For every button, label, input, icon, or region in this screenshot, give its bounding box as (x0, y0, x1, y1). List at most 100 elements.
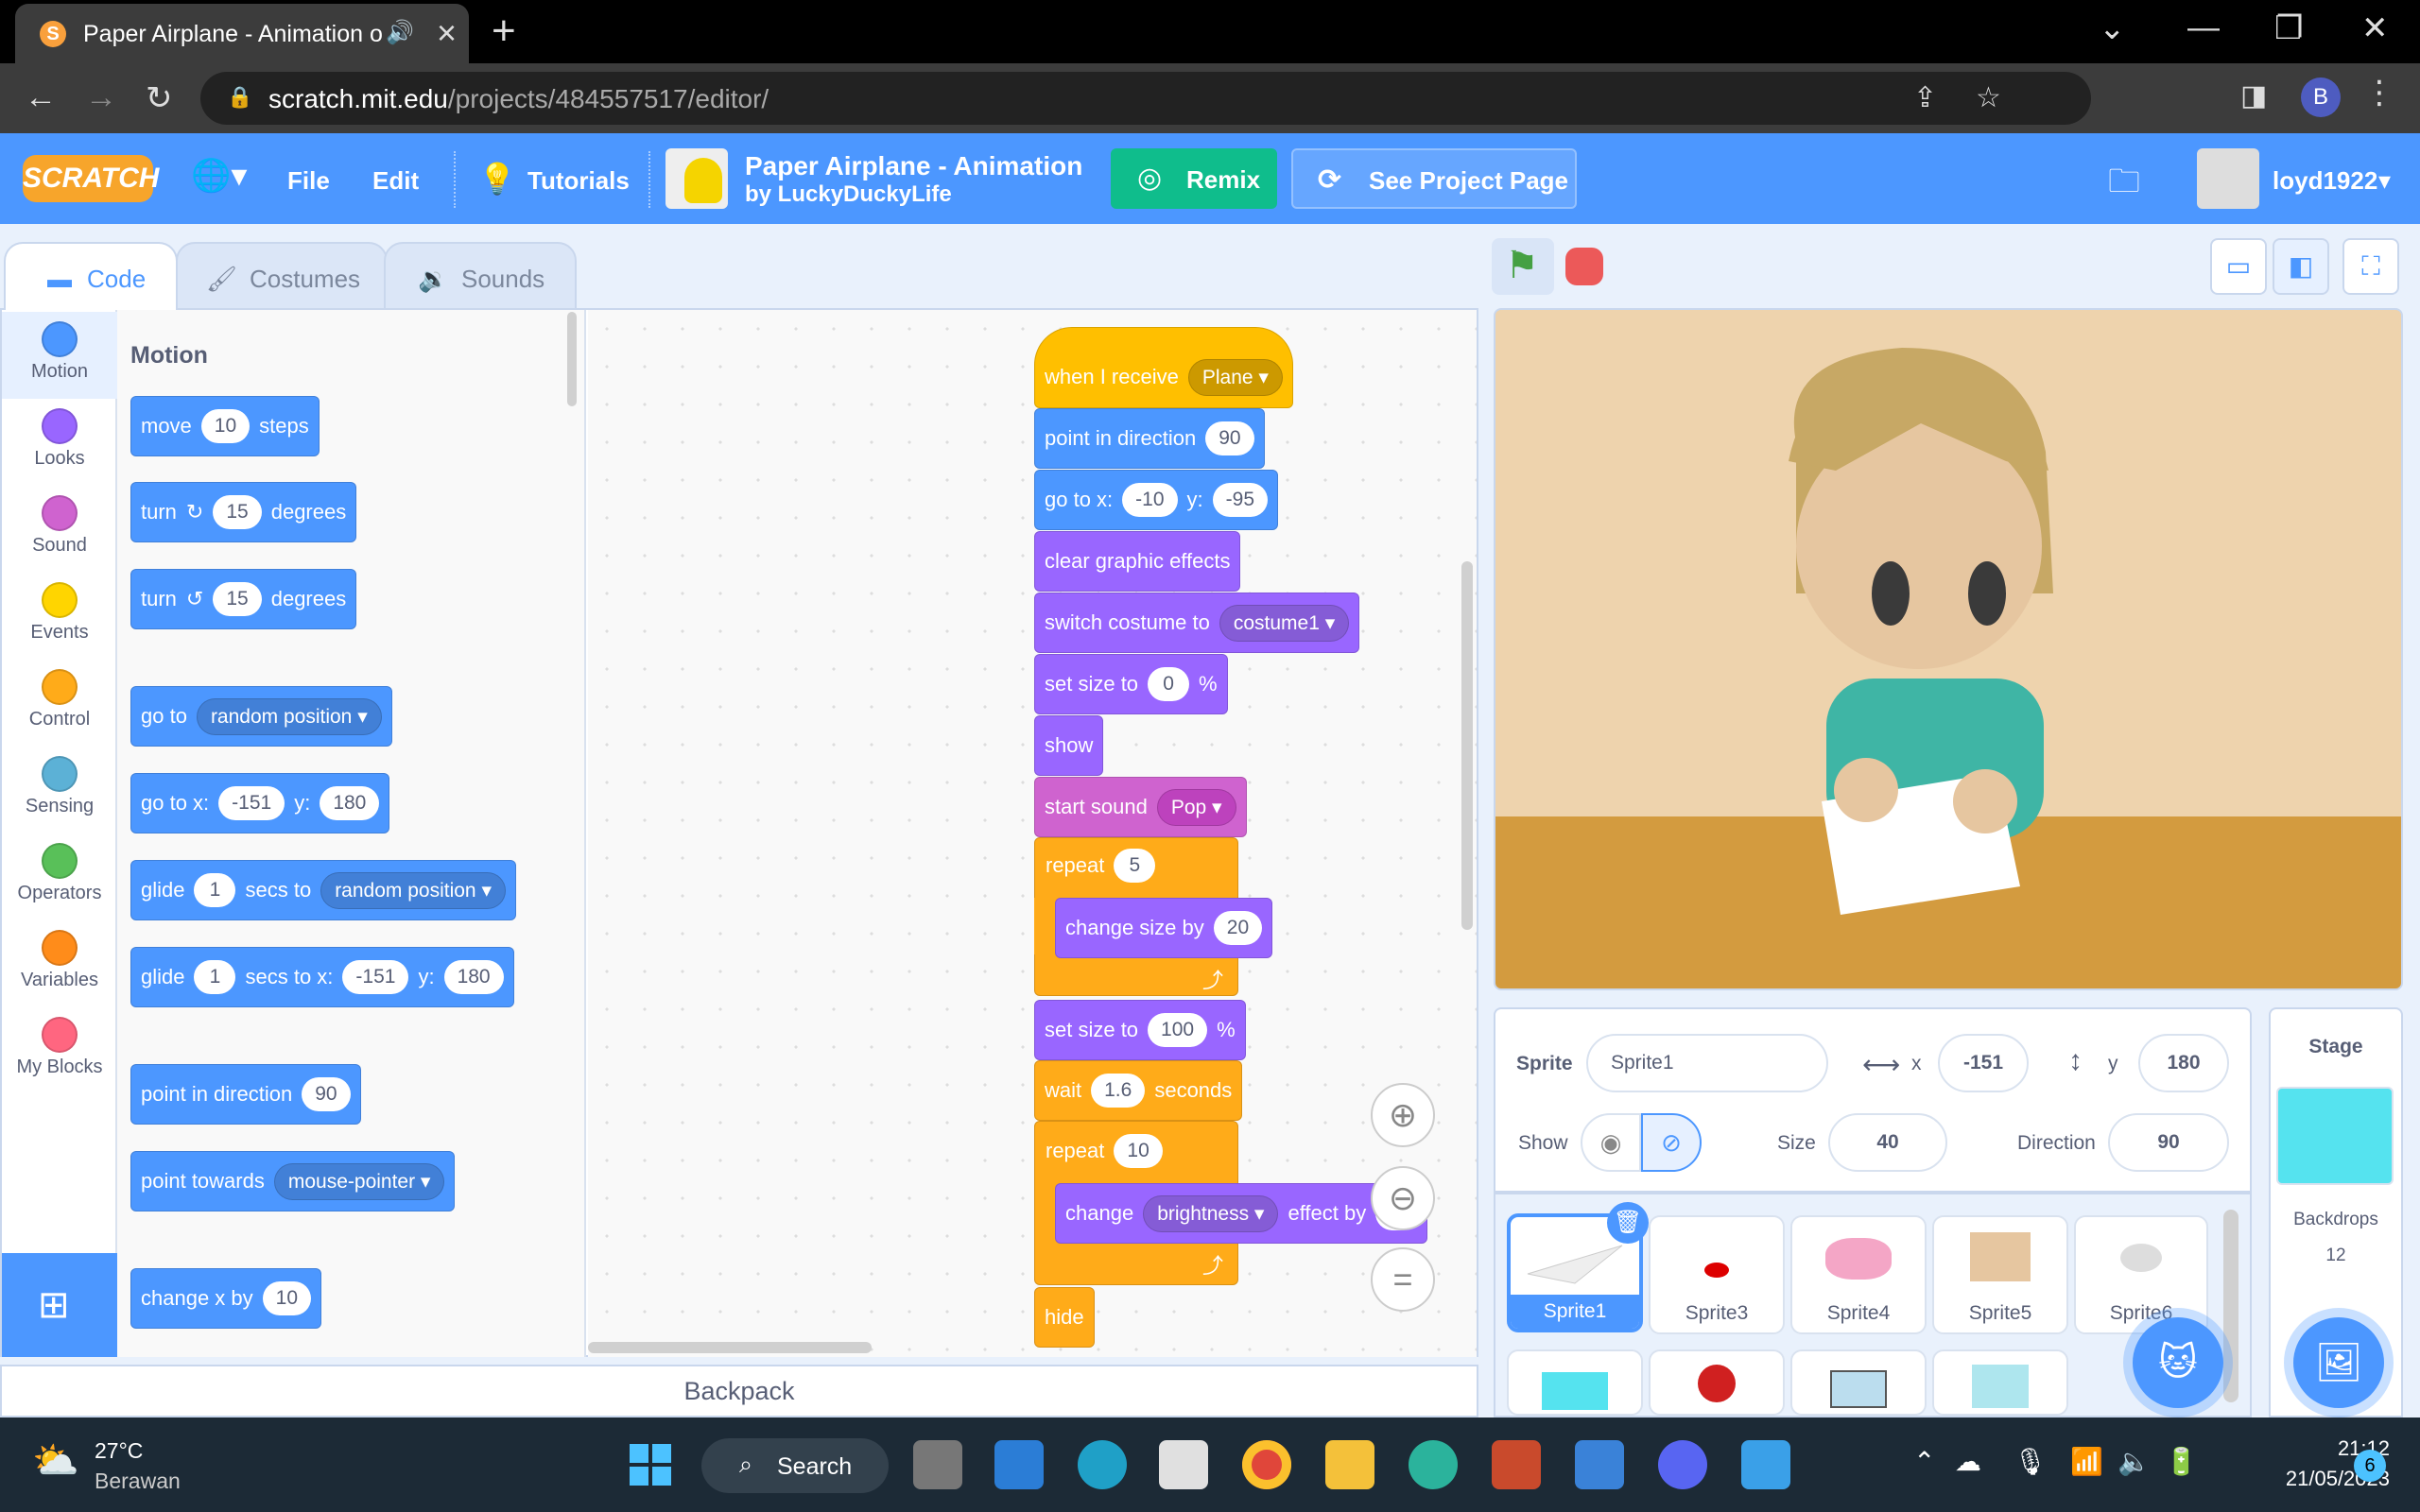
zoom-reset-icon[interactable]: = (1371, 1247, 1435, 1312)
zoom-in-icon[interactable]: ⊕ (1371, 1083, 1435, 1147)
tab-code[interactable]: ▬ Code (4, 242, 178, 310)
omnibox[interactable]: 🔒 scratch.mit.edu/projects/484557517/edi… (200, 72, 2091, 125)
sprite-tile[interactable] (1507, 1349, 1643, 1416)
set-size-block[interactable]: set size to 100% (1034, 1000, 1246, 1060)
notepad-icon[interactable] (1575, 1440, 1624, 1489)
clear-graphic-effects-block[interactable]: clear graphic effects (1034, 531, 1241, 592)
tab-costumes[interactable]: 🖌 Costumes (176, 242, 388, 310)
delete-sprite-icon[interactable]: 🗑 (1607, 1202, 1649, 1244)
microphone-icon[interactable]: 🎙 (2014, 1446, 2048, 1477)
taskbar-search[interactable]: ⌕ Search (701, 1438, 889, 1493)
volume-icon[interactable]: 🔈 (2118, 1446, 2151, 1477)
project-author[interactable]: by LuckyDuckyLife (745, 181, 952, 208)
category-events[interactable]: Events (2, 573, 117, 660)
backdrop-thumbnail[interactable] (2276, 1087, 2394, 1185)
photos-icon[interactable] (1741, 1440, 1790, 1489)
minimize-icon[interactable]: — (2187, 9, 2220, 46)
windows-start-icon[interactable] (626, 1440, 675, 1489)
account-dropdown-icon[interactable]: ▾ (2378, 166, 2391, 196)
script-vertical-scrollbar[interactable] (1461, 561, 1473, 930)
palette-glide-xy-block[interactable]: glide 1 secs to x: -151 y: 180 (130, 947, 514, 1007)
show-visible-icon[interactable]: ◉ (1581, 1113, 1641, 1172)
size-input[interactable]: 40 (1828, 1113, 1947, 1172)
remix-button[interactable]: ◎ Remix (1111, 148, 1277, 209)
palette-turn-right-block[interactable]: turn ↻ 15 degrees (130, 482, 357, 542)
set-size-block[interactable]: set size to 0% (1034, 654, 1228, 714)
forward-icon[interactable]: → (85, 79, 117, 116)
palette-move-block[interactable]: move 10 steps (130, 396, 320, 456)
palette-go-to-xy-block[interactable]: go to x: -151 y: 180 (130, 773, 390, 833)
sprite-tile[interactable] (1649, 1349, 1785, 1416)
category-sound[interactable]: Sound (2, 486, 117, 573)
sprite-tile[interactable]: Sprite6 (2074, 1215, 2208, 1334)
tab-sounds[interactable]: 🔉 Sounds (384, 242, 577, 310)
wait-block[interactable]: wait 1.6 seconds (1034, 1060, 1243, 1121)
file-menu[interactable]: File (287, 166, 330, 196)
see-project-page-button[interactable]: ⟳ See Project Page (1291, 148, 1577, 209)
category-motion[interactable]: Motion (2, 312, 117, 399)
notification-badge[interactable]: 6 (2354, 1450, 2386, 1482)
user-avatar[interactable] (2197, 148, 2259, 209)
tab-search-chevron-icon[interactable]: ⌄ (2099, 9, 2126, 47)
username[interactable]: loyd1922 (2273, 166, 2377, 196)
stage-canvas[interactable] (1494, 308, 2403, 990)
add-extension-button[interactable]: ⊞ (2, 1253, 117, 1357)
point-in-direction-block[interactable]: point in direction 90 (1034, 408, 1265, 469)
palette-change-x-block[interactable]: change x by 10 (130, 1268, 321, 1329)
zoom-out-icon[interactable]: ⊖ (1371, 1166, 1435, 1230)
hide-block[interactable]: hide (1034, 1287, 1095, 1348)
store-icon[interactable] (1159, 1440, 1208, 1489)
category-control[interactable]: Control (2, 660, 117, 747)
onedrive-icon[interactable]: ☁ (1955, 1446, 1981, 1477)
battery-icon[interactable]: 🔋 (2165, 1446, 2198, 1477)
share-icon[interactable]: ⇪ (1913, 81, 1937, 114)
url-text[interactable]: scratch.mit.edu/projects/484557517/edito… (268, 84, 769, 114)
tab-close-icon[interactable]: × (437, 13, 457, 53)
sprite-tile[interactable]: Sprite3 (1649, 1215, 1785, 1334)
category-my-blocks[interactable]: My Blocks (2, 1007, 117, 1094)
tutorials-bulb-icon[interactable]: 💡 (478, 161, 516, 197)
direction-input[interactable]: 90 (2108, 1113, 2229, 1172)
normal-stage-icon[interactable]: ◧ (2273, 238, 2329, 295)
backpack[interactable]: Backpack (0, 1365, 1478, 1418)
back-icon[interactable]: ← (25, 79, 57, 116)
palette-scrollbar[interactable] (567, 312, 577, 406)
palette-turn-left-block[interactable]: turn ↺ 15 degrees (130, 569, 357, 629)
sprite-tile[interactable] (1790, 1349, 1927, 1416)
green-flag-button[interactable]: ⚑ (1492, 238, 1554, 295)
new-tab-icon[interactable]: + (492, 8, 516, 55)
wifi-icon[interactable]: 📶 (2070, 1446, 2103, 1477)
choose-sprite-button[interactable]: 🐱 (2133, 1317, 2223, 1408)
switch-costume-block[interactable]: switch costume to costume1 ▾ (1034, 593, 1360, 653)
y-input[interactable]: 180 (2138, 1034, 2229, 1092)
change-size-block[interactable]: change size by 20 (1055, 898, 1273, 958)
sprite-tile[interactable] (1932, 1349, 2068, 1416)
profile-avatar[interactable]: B (2301, 77, 2341, 117)
palette-point-direction-block[interactable]: point in direction 90 (130, 1064, 361, 1125)
show-hidden-icon[interactable]: ⊘ (1641, 1113, 1702, 1172)
tray-chevron-icon[interactable]: ⌃ (1913, 1446, 1935, 1477)
edge-icon[interactable] (1078, 1440, 1127, 1489)
weather-desc[interactable]: Berawan (95, 1469, 181, 1494)
palette-point-towards-block[interactable]: point towards mouse-pointer ▾ (130, 1151, 456, 1211)
x-input[interactable]: -151 (1938, 1034, 2029, 1092)
bookmark-star-icon[interactable]: ☆ (1976, 81, 2001, 114)
category-sensing[interactable]: Sensing (2, 747, 117, 833)
file-explorer-icon[interactable] (1325, 1440, 1374, 1489)
discord-icon[interactable] (1658, 1440, 1707, 1489)
when-i-receive-block[interactable]: when I receive Plane ▾ (1034, 327, 1293, 408)
language-globe-icon[interactable]: 🌐▾ (191, 157, 247, 195)
side-panel-icon[interactable]: ◨ (2240, 79, 2267, 112)
sprite-tile[interactable]: Sprite5 (1932, 1215, 2068, 1334)
my-stuff-folder-icon[interactable]: 🗀 (2108, 159, 2140, 213)
browser-tab[interactable]: S Paper Airplane - Animation o 🔊 × (15, 4, 469, 63)
chrome-icon[interactable] (1242, 1440, 1291, 1489)
go-to-xy-block[interactable]: go to x: -10 y: -95 (1034, 470, 1278, 530)
project-title[interactable]: Paper Airplane - Animation (745, 151, 1082, 181)
scratch-logo[interactable]: SCRATCH (23, 155, 159, 202)
stop-button[interactable] (1565, 248, 1603, 285)
sprite-tile[interactable]: Sprite4 (1790, 1215, 1927, 1334)
weather-temp[interactable]: 27°C (95, 1438, 143, 1464)
task-view-icon[interactable] (913, 1440, 962, 1489)
reload-icon[interactable]: ↻ (146, 79, 173, 117)
